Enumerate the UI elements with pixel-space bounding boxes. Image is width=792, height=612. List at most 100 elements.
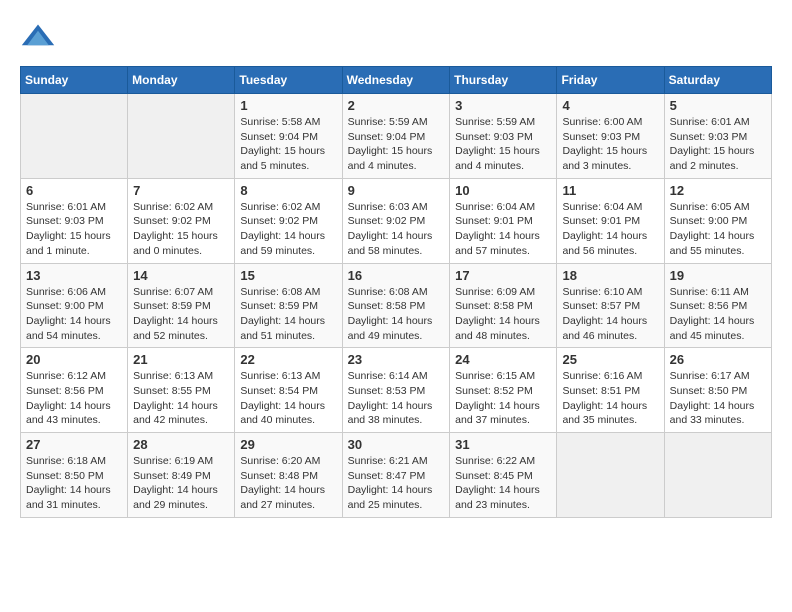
day-info: Sunrise: 6:02 AMSunset: 9:02 PMDaylight:…: [240, 200, 336, 259]
day-number: 31: [455, 437, 551, 452]
calendar-day: 9 Sunrise: 6:03 AMSunset: 9:02 PMDaylight…: [342, 178, 450, 263]
day-number: 30: [348, 437, 445, 452]
day-info: Sunrise: 6:13 AMSunset: 8:55 PMDaylight:…: [133, 369, 229, 428]
calendar-day: 19 Sunrise: 6:11 AMSunset: 8:56 PMDayligh…: [664, 263, 771, 348]
day-info: Sunrise: 6:17 AMSunset: 8:50 PMDaylight:…: [670, 369, 766, 428]
day-number: 11: [562, 183, 658, 198]
day-info: Sunrise: 6:14 AMSunset: 8:53 PMDaylight:…: [348, 369, 445, 428]
calendar-day: 26 Sunrise: 6:17 AMSunset: 8:50 PMDayligh…: [664, 348, 771, 433]
day-number: 7: [133, 183, 229, 198]
calendar-day: 17Sunrise: 6:09 AMSunset: 8:58 PMDayligh…: [450, 263, 557, 348]
calendar-header: SundayMondayTuesdayWednesdayThursdayFrid…: [21, 67, 772, 94]
calendar-body: 1 Sunrise: 5:58 AMSunset: 9:04 PMDaylight…: [21, 94, 772, 518]
day-number: 28: [133, 437, 229, 452]
day-info: Sunrise: 6:08 AMSunset: 8:58 PMDaylight:…: [348, 285, 445, 344]
day-number: 9: [348, 183, 445, 198]
day-number: 27: [26, 437, 122, 452]
day-info: Sunrise: 6:01 AMSunset: 9:03 PMDaylight:…: [26, 200, 122, 259]
day-number: 5: [670, 98, 766, 113]
calendar-day: 23 Sunrise: 6:14 AMSunset: 8:53 PMDayligh…: [342, 348, 450, 433]
calendar-day: 20 Sunrise: 6:12 AMSunset: 8:56 PMDayligh…: [21, 348, 128, 433]
weekday-header-monday: Monday: [128, 67, 235, 94]
calendar-day: 1 Sunrise: 5:58 AMSunset: 9:04 PMDaylight…: [235, 94, 342, 179]
day-number: 20: [26, 352, 122, 367]
day-number: 26: [670, 352, 766, 367]
calendar-day: 15 Sunrise: 6:08 AMSunset: 8:59 PMDayligh…: [235, 263, 342, 348]
calendar-day: 18Sunrise: 6:10 AMSunset: 8:57 PMDayligh…: [557, 263, 664, 348]
day-info: Sunrise: 5:59 AMSunset: 9:04 PMDaylight:…: [348, 115, 445, 174]
day-number: 23: [348, 352, 445, 367]
calendar-day: 12 Sunrise: 6:05 AMSunset: 9:00 PMDayligh…: [664, 178, 771, 263]
day-number: 29: [240, 437, 336, 452]
calendar-week-1: 1 Sunrise: 5:58 AMSunset: 9:04 PMDaylight…: [21, 94, 772, 179]
day-info: Sunrise: 6:07 AMSunset: 8:59 PMDaylight:…: [133, 285, 229, 344]
day-number: 12: [670, 183, 766, 198]
weekday-header-sunday: Sunday: [21, 67, 128, 94]
calendar-day: 29Sunrise: 6:20 AMSunset: 8:48 PMDayligh…: [235, 433, 342, 518]
day-number: 6: [26, 183, 122, 198]
day-info: Sunrise: 5:58 AMSunset: 9:04 PMDaylight:…: [240, 115, 336, 174]
day-number: 14: [133, 268, 229, 283]
day-info: Sunrise: 6:12 AMSunset: 8:56 PMDaylight:…: [26, 369, 122, 428]
weekday-header-friday: Friday: [557, 67, 664, 94]
calendar-day: [128, 94, 235, 179]
day-info: Sunrise: 6:08 AMSunset: 8:59 PMDaylight:…: [240, 285, 336, 344]
calendar-day: 6 Sunrise: 6:01 AMSunset: 9:03 PMDaylight…: [21, 178, 128, 263]
day-info: Sunrise: 6:13 AMSunset: 8:54 PMDaylight:…: [240, 369, 336, 428]
day-info: Sunrise: 5:59 AMSunset: 9:03 PMDaylight:…: [455, 115, 551, 174]
calendar-week-3: 13 Sunrise: 6:06 AMSunset: 9:00 PMDayligh…: [21, 263, 772, 348]
day-info: Sunrise: 6:16 AMSunset: 8:51 PMDaylight:…: [562, 369, 658, 428]
day-number: 16: [348, 268, 445, 283]
calendar-day: [21, 94, 128, 179]
day-info: Sunrise: 6:01 AMSunset: 9:03 PMDaylight:…: [670, 115, 766, 174]
calendar-day: 8 Sunrise: 6:02 AMSunset: 9:02 PMDaylight…: [235, 178, 342, 263]
day-number: 21: [133, 352, 229, 367]
day-info: Sunrise: 6:18 AMSunset: 8:50 PMDaylight:…: [26, 454, 122, 513]
weekday-header-tuesday: Tuesday: [235, 67, 342, 94]
calendar-day: 11Sunrise: 6:04 AMSunset: 9:01 PMDayligh…: [557, 178, 664, 263]
logo-icon: [20, 20, 56, 56]
weekday-header-saturday: Saturday: [664, 67, 771, 94]
calendar-day: 27 Sunrise: 6:18 AMSunset: 8:50 PMDayligh…: [21, 433, 128, 518]
day-info: Sunrise: 6:19 AMSunset: 8:49 PMDaylight:…: [133, 454, 229, 513]
day-info: Sunrise: 6:00 AMSunset: 9:03 PMDaylight:…: [562, 115, 658, 174]
calendar-table: SundayMondayTuesdayWednesdayThursdayFrid…: [20, 66, 772, 518]
day-number: 13: [26, 268, 122, 283]
calendar-day: 2 Sunrise: 5:59 AMSunset: 9:04 PMDaylight…: [342, 94, 450, 179]
weekday-header-thursday: Thursday: [450, 67, 557, 94]
day-number: 24: [455, 352, 551, 367]
calendar-day: 21 Sunrise: 6:13 AMSunset: 8:55 PMDayligh…: [128, 348, 235, 433]
day-number: 10: [455, 183, 551, 198]
calendar-day: 16 Sunrise: 6:08 AMSunset: 8:58 PMDayligh…: [342, 263, 450, 348]
calendar-week-4: 20 Sunrise: 6:12 AMSunset: 8:56 PMDayligh…: [21, 348, 772, 433]
day-number: 1: [240, 98, 336, 113]
calendar-day: 5 Sunrise: 6:01 AMSunset: 9:03 PMDaylight…: [664, 94, 771, 179]
logo: [20, 20, 62, 56]
day-info: Sunrise: 6:11 AMSunset: 8:56 PMDaylight:…: [670, 285, 766, 344]
day-info: Sunrise: 6:06 AMSunset: 9:00 PMDaylight:…: [26, 285, 122, 344]
day-number: 15: [240, 268, 336, 283]
day-number: 3: [455, 98, 551, 113]
day-number: 8: [240, 183, 336, 198]
day-info: Sunrise: 6:10 AMSunset: 8:57 PMDaylight:…: [562, 285, 658, 344]
day-info: Sunrise: 6:02 AMSunset: 9:02 PMDaylight:…: [133, 200, 229, 259]
day-number: 2: [348, 98, 445, 113]
day-number: 19: [670, 268, 766, 283]
day-info: Sunrise: 6:03 AMSunset: 9:02 PMDaylight:…: [348, 200, 445, 259]
calendar-day: 25Sunrise: 6:16 AMSunset: 8:51 PMDayligh…: [557, 348, 664, 433]
calendar-week-5: 27 Sunrise: 6:18 AMSunset: 8:50 PMDayligh…: [21, 433, 772, 518]
day-info: Sunrise: 6:05 AMSunset: 9:00 PMDaylight:…: [670, 200, 766, 259]
day-info: Sunrise: 6:21 AMSunset: 8:47 PMDaylight:…: [348, 454, 445, 513]
calendar-day: 28 Sunrise: 6:19 AMSunset: 8:49 PMDayligh…: [128, 433, 235, 518]
calendar-day: 3 Sunrise: 5:59 AMSunset: 9:03 PMDaylight…: [450, 94, 557, 179]
calendar-day: 10Sunrise: 6:04 AMSunset: 9:01 PMDayligh…: [450, 178, 557, 263]
calendar-day: [664, 433, 771, 518]
calendar-day: 7 Sunrise: 6:02 AMSunset: 9:02 PMDaylight…: [128, 178, 235, 263]
day-info: Sunrise: 6:09 AMSunset: 8:58 PMDaylight:…: [455, 285, 551, 344]
day-number: 22: [240, 352, 336, 367]
calendar-day: 4Sunrise: 6:00 AMSunset: 9:03 PMDaylight…: [557, 94, 664, 179]
calendar-day: 22 Sunrise: 6:13 AMSunset: 8:54 PMDayligh…: [235, 348, 342, 433]
calendar-day: 13 Sunrise: 6:06 AMSunset: 9:00 PMDayligh…: [21, 263, 128, 348]
weekday-header-wednesday: Wednesday: [342, 67, 450, 94]
day-info: Sunrise: 6:15 AMSunset: 8:52 PMDaylight:…: [455, 369, 551, 428]
